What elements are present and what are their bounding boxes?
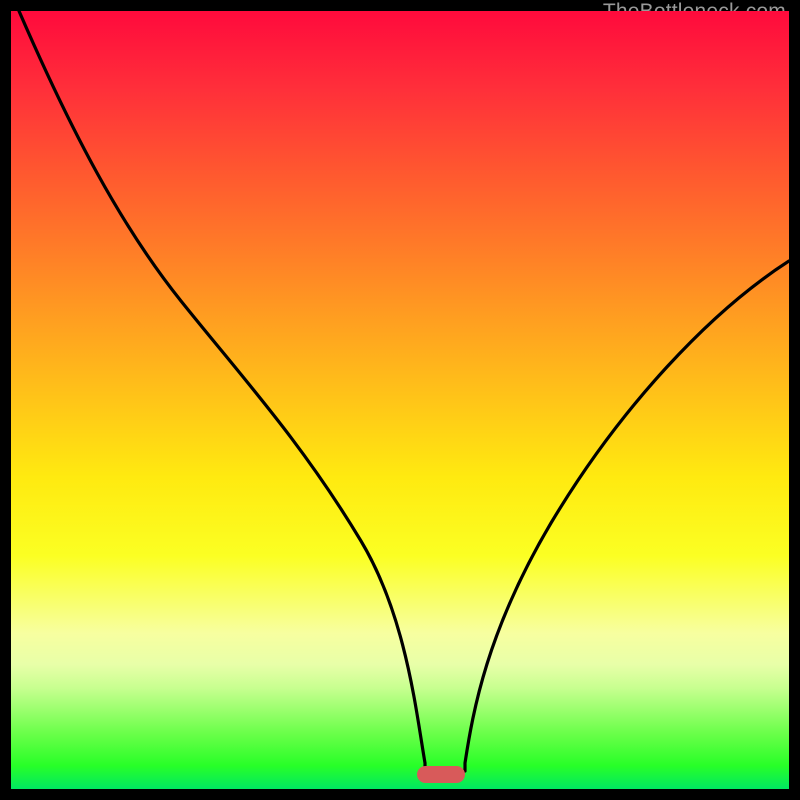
plot-area [11, 11, 789, 789]
curve-path [19, 11, 789, 771]
bottleneck-curve [11, 11, 789, 789]
optimal-range-marker [417, 766, 465, 783]
